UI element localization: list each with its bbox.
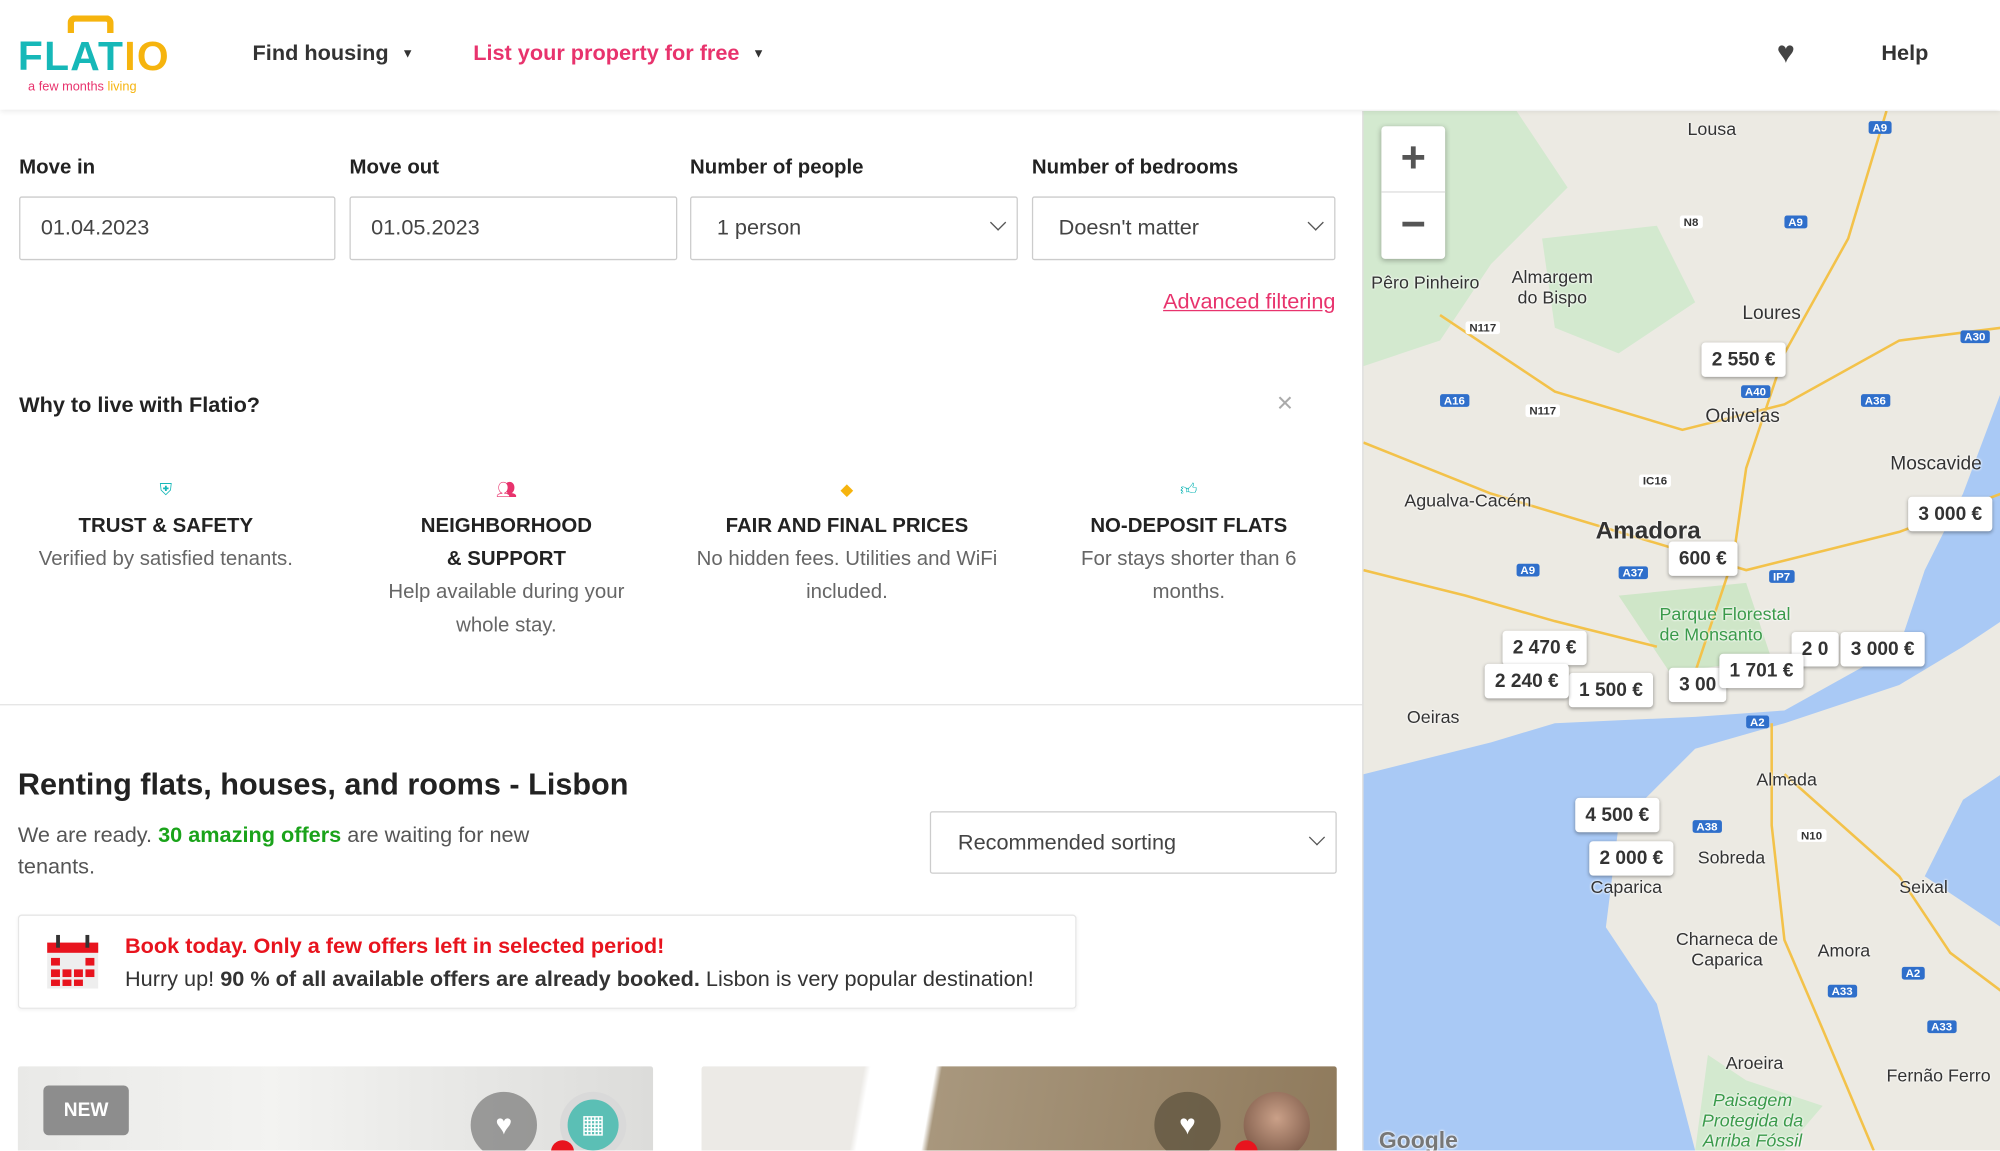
feature-prices: ◆ FAIR AND FINAL PRICES No hidden fees. … — [694, 480, 1000, 610]
thumbs-up-icon: 👍︎ — [1180, 479, 1198, 499]
map-place: Odivelas — [1705, 405, 1780, 428]
listing-title: Renting flats, houses, and rooms - Lisbo… — [17, 767, 629, 803]
shield-icon: ⛨ — [159, 479, 173, 499]
price-marker[interactable]: 3 00 — [1668, 667, 1727, 703]
chevron-down-icon — [989, 214, 1007, 231]
map-place: Pêro Pinheiro — [1371, 271, 1480, 293]
favorite-button[interactable]: ♥ — [1154, 1091, 1221, 1151]
move-out-input[interactable]: 01.05.2023 — [349, 196, 678, 261]
road-badge: N10 — [1797, 829, 1826, 842]
road-badge: IC16 — [1639, 474, 1671, 488]
price-marker[interactable]: 1 701 € — [1719, 653, 1804, 689]
road-badge: A30 — [1960, 330, 1990, 344]
feature-no-deposit: 👍︎ NO-DEPOSIT FLATS For stays shorter th… — [1036, 480, 1342, 610]
map-place: Almada — [1756, 769, 1817, 790]
calendar-icon — [47, 934, 99, 989]
road-badge: A16 — [1440, 394, 1469, 407]
zoom-out-button[interactable]: − — [1381, 193, 1445, 259]
road-badge: N8 — [1679, 215, 1703, 229]
logo-suitcase-icon — [67, 15, 114, 34]
road-badge: A36 — [1860, 394, 1890, 407]
advanced-filtering-link[interactable]: Advanced filtering — [1163, 290, 1335, 316]
price-marker[interactable]: 2 470 € — [1502, 630, 1587, 666]
road-badge: A9 — [1516, 563, 1539, 577]
chevron-down-icon — [1307, 214, 1324, 231]
host-avatar: ▦ — [559, 1091, 627, 1151]
price-marker[interactable]: 2 550 € — [1701, 342, 1786, 377]
zoom-in-button[interactable]: + — [1381, 126, 1446, 193]
top-header: FLATIO a few months living Find housing ▼… — [0, 0, 2000, 110]
caret-down-icon: ▼ — [401, 47, 415, 62]
road-badge: N117 — [1525, 404, 1560, 418]
road-badge: A33 — [1827, 984, 1857, 998]
road-badge: N117 — [1465, 321, 1501, 335]
new-badge: NEW — [43, 1085, 129, 1136]
map-place: Seixal — [1899, 876, 1948, 897]
host-avatar — [1243, 1091, 1310, 1151]
divider — [0, 704, 1363, 706]
people-select[interactable]: 1 person — [690, 196, 1018, 261]
map-place: Fernão Ferro — [1886, 1065, 1991, 1086]
why-title: Why to live with Flatio? — [19, 392, 261, 418]
price-marker[interactable]: 600 € — [1668, 541, 1737, 576]
listing-card[interactable]: NEW ♥ ▦ — [17, 1066, 654, 1151]
price-marker[interactable]: 3 000 € — [1908, 496, 1993, 532]
map-place: Charneca de Caparica — [1675, 928, 1779, 970]
booking-alert: Book today. Only a few offers left in se… — [17, 914, 1077, 1009]
listing-intro: We are ready. 30 amazing offers are wait… — [17, 822, 530, 879]
heart-icon[interactable]: ♥ — [1777, 36, 1795, 72]
feature-trust: ⛨ TRUST & SAFETY Verified by satisfied t… — [13, 480, 319, 577]
road-badge: A2 — [1746, 715, 1769, 729]
map-place: Oeiras — [1406, 706, 1460, 728]
favorite-button[interactable]: ♥ — [470, 1091, 537, 1151]
building-icon: ▦ — [567, 1099, 619, 1151]
map-place: Lousa — [1687, 118, 1737, 140]
google-logo: Google — [1378, 1127, 1458, 1151]
road-badge: A9 — [1784, 215, 1807, 229]
feature-neighborhood: 👥︎ NEIGHBORHOOD & SUPPORT Help available… — [353, 480, 659, 643]
move-out-label: Move out — [349, 156, 440, 179]
road-badge: A2 — [1901, 966, 1925, 980]
sort-select[interactable]: Recommended sorting — [929, 811, 1337, 874]
find-housing-menu[interactable]: Find housing ▼ — [253, 41, 414, 67]
list-property-menu[interactable]: List your property for free ▼ — [473, 41, 765, 67]
road-badge: A38 — [1692, 820, 1722, 833]
road-badge: A9 — [1868, 121, 1891, 134]
move-in-input[interactable]: 01.04.2023 — [19, 196, 336, 261]
map[interactable]: + − Lousa Loures Odivelas Amadora Moscav… — [1362, 110, 2000, 1151]
price-marker[interactable]: 2 000 € — [1589, 841, 1674, 876]
price-marker[interactable]: 4 500 € — [1575, 797, 1660, 833]
map-place: Almargem do Bispo — [1511, 266, 1593, 308]
map-place: Aroeira — [1725, 1052, 1784, 1073]
price-marker[interactable]: 1 500 € — [1568, 672, 1654, 708]
move-in-label: Move in — [19, 156, 96, 179]
map-place: Agualva-Cacém — [1404, 489, 1532, 511]
map-place: Amora — [1817, 940, 1871, 961]
map-place: Loures — [1742, 302, 1801, 324]
zoom-controls: + − — [1381, 126, 1446, 259]
map-place: Caparica — [1590, 876, 1663, 897]
road-badge: A37 — [1618, 566, 1648, 580]
alert-text: Hurry up! 90 % of all available offers a… — [124, 966, 1034, 992]
price-marker[interactable]: 3 000 € — [1840, 632, 1925, 667]
people-label: Number of people — [690, 156, 864, 179]
price-marker[interactable]: 2 240 € — [1484, 663, 1569, 699]
map-place: Parque Florestal de Monsanto — [1659, 603, 1791, 645]
help-link[interactable]: Help — [1881, 41, 1928, 67]
chevron-down-icon — [1308, 829, 1326, 846]
bedrooms-select[interactable]: Doesn't matter — [1031, 196, 1336, 261]
tag-icon: ◆ — [840, 479, 854, 499]
close-icon[interactable]: × — [1277, 386, 1293, 419]
caret-down-icon: ▼ — [752, 47, 765, 62]
bedrooms-label: Number of bedrooms — [1031, 156, 1239, 179]
map-place: Sobreda — [1697, 846, 1766, 868]
road-badge: IP7 — [1769, 570, 1795, 583]
road-badge: A33 — [1927, 1020, 1957, 1034]
alert-title: Book today. Only a few offers left in se… — [124, 933, 665, 958]
people-icon: 👥︎ — [495, 479, 517, 499]
listing-card[interactable]: ♥ — [701, 1066, 1337, 1151]
map-place: Moscavide — [1890, 452, 1982, 475]
map-place: Paisagem Protegida da Arriba Fóssil — [1701, 1089, 1804, 1151]
road-badge: A40 — [1741, 385, 1770, 398]
